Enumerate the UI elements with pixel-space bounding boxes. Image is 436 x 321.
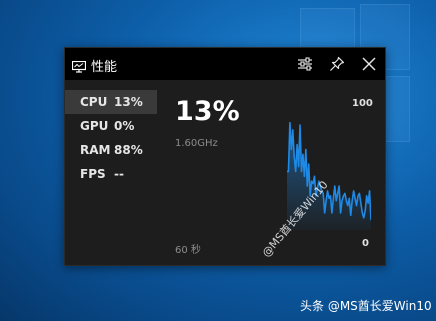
- metric-row-ram[interactable]: RAM 88%: [65, 138, 157, 162]
- graph-time-window: 60 秒: [175, 245, 201, 256]
- graph-axis-min: 0: [362, 238, 369, 249]
- cpu-usage-value: 13%: [175, 96, 240, 127]
- watermark-bottom: 头条 @MS酋长爱Win10: [300, 299, 432, 313]
- widget-titlebar[interactable]: 性能: [65, 48, 385, 80]
- metric-name: CPU: [80, 95, 108, 109]
- metric-row-fps[interactable]: FPS --: [65, 162, 157, 186]
- metric-row-cpu[interactable]: CPU 13%: [65, 90, 157, 114]
- metrics-list: CPU 13% GPU 0% RAM 88% FPS --: [65, 90, 159, 186]
- pin-icon[interactable]: [325, 52, 349, 76]
- metric-value: --: [114, 167, 124, 181]
- performance-widget: 性能 CPU 13% GPU 0% RAM 88% FPS -- 13% 1.6…: [64, 47, 386, 266]
- monitor-icon: [71, 58, 87, 73]
- widget-title: 性能: [91, 60, 118, 75]
- sliders-icon[interactable]: [293, 52, 317, 76]
- metric-name: RAM: [80, 143, 111, 157]
- close-icon[interactable]: [357, 52, 381, 76]
- cpu-frequency: 1.60GHz: [175, 138, 218, 149]
- metric-value: 88%: [114, 143, 143, 157]
- metric-row-gpu[interactable]: GPU 0%: [65, 114, 157, 138]
- metric-name: FPS: [80, 167, 106, 181]
- metric-value: 0%: [114, 119, 135, 133]
- metric-name: GPU: [80, 119, 109, 133]
- metric-value: 13%: [114, 95, 143, 109]
